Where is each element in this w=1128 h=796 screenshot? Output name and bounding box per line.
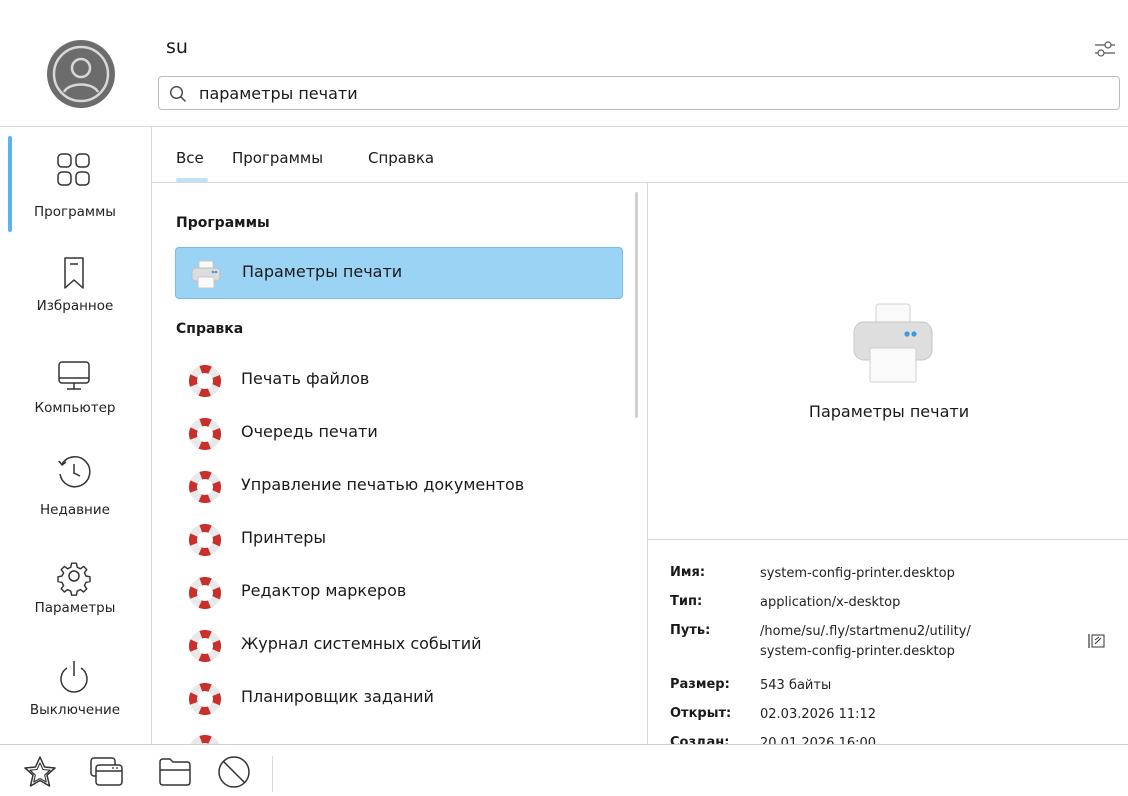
help-item-label: Очередь печати xyxy=(241,422,378,441)
block-icon xyxy=(218,756,250,788)
help-item[interactable]: Планировщик заданий xyxy=(175,673,623,725)
gear-icon xyxy=(57,562,91,596)
meta-created-value: 20.01.2026 16:00 xyxy=(760,736,877,744)
windows-button[interactable] xyxy=(86,752,126,792)
lifebuoy-icon xyxy=(189,735,221,744)
help-item[interactable]: Принтеры xyxy=(175,514,623,566)
meta-path-value-line1: /home/su/.fly/startmenu2/utility/ xyxy=(760,624,971,639)
help-item[interactable]: Редактор маркеров xyxy=(175,567,623,619)
copy-path-button[interactable] xyxy=(1087,632,1107,650)
meta-name-key: Имя: xyxy=(670,565,706,580)
settings-sliders-button[interactable] xyxy=(1092,38,1118,60)
printer-icon xyxy=(191,260,221,289)
meta-created-row-clipped: Создан: 20.01.2026 16:00 xyxy=(648,730,1128,744)
monitor-icon xyxy=(58,361,90,390)
help-item-partial[interactable] xyxy=(189,735,221,744)
user-icon xyxy=(48,41,114,107)
section-heading-programs: Программы xyxy=(176,215,270,231)
windows-icon xyxy=(90,757,123,786)
meta-size-value: 543 байты xyxy=(760,678,832,693)
tab-help[interactable]: Справка xyxy=(368,149,434,167)
folder-icon xyxy=(159,758,191,786)
tab-all[interactable]: Все xyxy=(176,149,204,167)
lifebuoy-icon xyxy=(189,365,221,397)
sidebar-item-settings[interactable]: Параметры xyxy=(0,556,150,656)
meta-size-key: Размер: xyxy=(670,677,730,692)
details-divider xyxy=(647,183,648,744)
files-button[interactable] xyxy=(155,752,195,792)
sidebar-item-computer[interactable]: Компьютер xyxy=(0,356,150,456)
avatar[interactable] xyxy=(47,40,115,108)
lifebuoy-icon xyxy=(189,630,221,662)
help-item[interactable]: Печать файлов xyxy=(175,355,623,407)
apps-grid-icon xyxy=(57,153,90,186)
power-icon xyxy=(60,661,88,693)
help-item-label: Редактор маркеров xyxy=(241,581,407,600)
printer-icon xyxy=(853,303,933,383)
sidebar-divider xyxy=(151,126,152,744)
bookmark-icon xyxy=(64,257,84,289)
lifebuoy-icon xyxy=(189,683,221,715)
search-input[interactable] xyxy=(199,81,1079,105)
sidebar-item-favorites[interactable]: Избранное xyxy=(0,254,150,354)
sidebar-item-recent[interactable]: Недавние xyxy=(0,452,150,552)
star-icon xyxy=(24,756,56,787)
sidebar-item-label: Избранное xyxy=(36,298,114,314)
help-item-label: Планировщик заданий xyxy=(241,687,434,706)
details-meta-divider xyxy=(648,539,1128,540)
meta-path-key: Путь: xyxy=(670,623,711,638)
help-item-label: Журнал системных событий xyxy=(241,634,482,653)
tab-programs[interactable]: Программы xyxy=(232,149,323,167)
help-item-label: Управление печатью документов xyxy=(241,475,525,494)
lifebuoy-icon xyxy=(189,471,221,503)
sidebar-item-shutdown[interactable]: Выключение xyxy=(0,658,150,758)
sidebar-item-label: Компьютер xyxy=(34,400,116,416)
lifebuoy-icon xyxy=(189,418,221,450)
sidebar-item-label: Параметры xyxy=(34,600,116,616)
result-item-label: Параметры печати xyxy=(242,262,403,281)
results-scrollbar[interactable] xyxy=(635,192,638,418)
result-item-print-settings[interactable]: Параметры печати xyxy=(175,247,623,299)
meta-name-value: system-config-printer.desktop xyxy=(760,566,955,581)
header-divider xyxy=(0,126,1128,127)
meta-type-key: Тип: xyxy=(670,594,703,609)
bottom-bar-separator xyxy=(272,756,273,792)
sidebar-item-label: Выключение xyxy=(29,702,121,718)
meta-opened-value: 02.03.2026 11:12 xyxy=(760,707,877,722)
search-box[interactable] xyxy=(158,76,1120,110)
help-item[interactable]: Журнал системных событий xyxy=(175,620,623,672)
help-item-label: Печать файлов xyxy=(241,369,370,388)
meta-opened-key: Открыт: xyxy=(670,706,732,721)
meta-type-value: application/x-desktop xyxy=(760,595,901,610)
copy-icon xyxy=(1088,634,1105,648)
clock-history-icon xyxy=(58,456,91,488)
favorites-button[interactable] xyxy=(20,752,60,792)
sidebar-item-programs[interactable]: Программы xyxy=(0,150,150,250)
sidebar-item-label: Недавние xyxy=(40,502,110,518)
help-item-label: Принтеры xyxy=(241,528,326,547)
section-heading-help: Справка xyxy=(176,321,244,337)
username: su xyxy=(166,36,188,58)
lifebuoy-icon xyxy=(189,577,221,609)
bottom-bar-divider xyxy=(0,744,1128,745)
search-icon xyxy=(169,85,186,102)
details-title: Параметры печати xyxy=(808,402,970,421)
help-item[interactable]: Очередь печати xyxy=(175,408,623,460)
block-button[interactable] xyxy=(214,752,254,792)
sidebar-item-label: Программы xyxy=(34,204,116,220)
sliders-icon xyxy=(1095,41,1115,57)
meta-created-key: Создан: xyxy=(670,735,730,744)
meta-path-value-line2: system-config-printer.desktop xyxy=(760,644,955,659)
help-item[interactable]: Управление печатью документов xyxy=(175,461,623,513)
lifebuoy-icon xyxy=(189,524,221,556)
tabs-divider xyxy=(152,182,1128,183)
